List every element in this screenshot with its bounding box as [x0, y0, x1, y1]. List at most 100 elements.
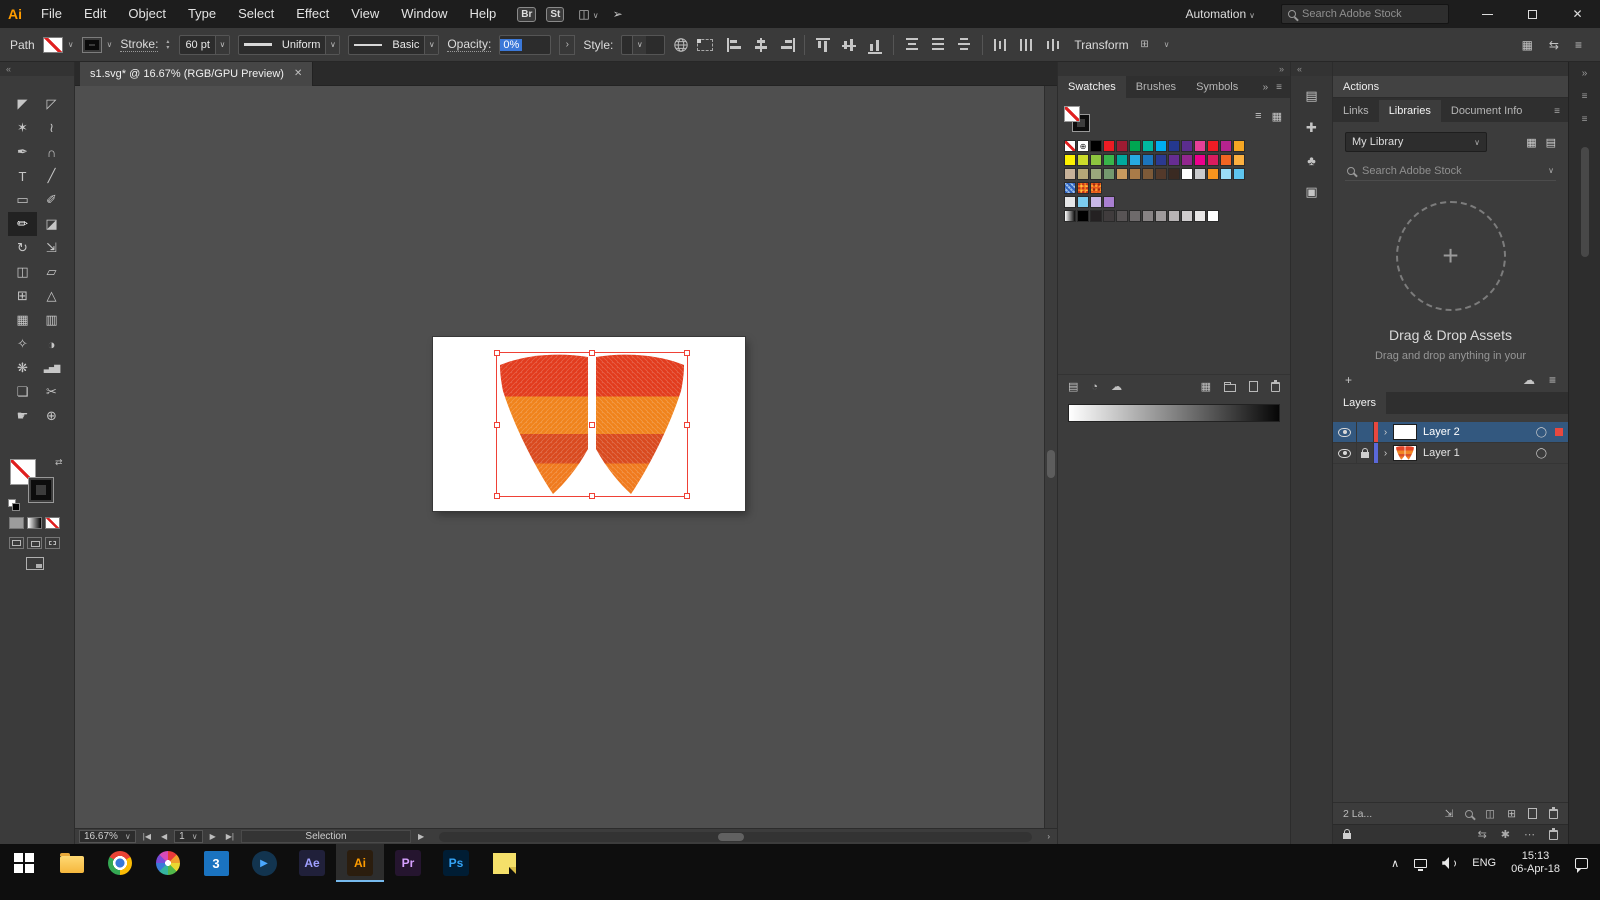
draw-normal-button[interactable] — [9, 537, 24, 549]
lock-toggle[interactable] — [1357, 443, 1374, 463]
scrollbar-thumb[interactable] — [1047, 450, 1055, 478]
scroll-right-icon[interactable]: › — [1044, 832, 1053, 841]
tab-swatches[interactable]: Swatches — [1058, 76, 1126, 98]
zoom-control[interactable]: 16.67% ∨ — [79, 830, 136, 843]
layer-name[interactable]: Layer 2 — [1423, 426, 1536, 438]
swatch[interactable] — [1103, 210, 1115, 222]
workspace-switcher[interactable]: Automation ∨ — [1185, 7, 1255, 21]
rectangle-tool[interactable]: ▭ — [8, 188, 37, 212]
tab-symbols[interactable]: Symbols — [1186, 76, 1248, 98]
swatch[interactable] — [1129, 154, 1141, 166]
dist-middle-icon[interactable] — [929, 36, 947, 54]
swatch[interactable] — [1168, 168, 1180, 180]
appearance-panel-icon[interactable]: ▣ — [1299, 180, 1325, 204]
magic-wand-tool[interactable]: ✶ — [8, 116, 37, 140]
list-view-icon[interactable]: ≡ — [1255, 110, 1261, 123]
swatch[interactable] — [1142, 154, 1154, 166]
more-tabs-icon[interactable]: » — [1263, 82, 1269, 93]
document-setup-icon[interactable] — [673, 36, 689, 54]
actions-menu-icon[interactable]: ≡ — [1582, 91, 1588, 102]
panel-menu-icon[interactable]: ≡ — [1276, 82, 1282, 93]
swatch[interactable] — [1220, 154, 1232, 166]
trash-icon[interactable] — [1549, 827, 1558, 840]
pathfinder-panel-icon[interactable]: ♣ — [1299, 148, 1325, 172]
bridge-button[interactable]: Br — [517, 6, 537, 22]
tab-libraries[interactable]: Libraries — [1378, 100, 1441, 122]
make-mask-icon[interactable]: ◫ — [1485, 808, 1495, 820]
swap-fill-stroke-icon[interactable]: ⇄ — [55, 457, 63, 468]
screen-mode-button[interactable] — [26, 557, 44, 570]
swatch[interactable] — [1064, 196, 1076, 208]
swatch[interactable] — [1116, 168, 1128, 180]
swatch[interactable]: ⊕ — [1077, 140, 1089, 152]
swatch[interactable] — [1077, 182, 1089, 194]
mesh-tool[interactable]: ▦ — [8, 308, 37, 332]
scrollbar-thumb[interactable] — [717, 832, 744, 841]
swatch[interactable] — [1129, 140, 1141, 152]
arrange-docs-icon[interactable]: ▦ — [1522, 38, 1533, 52]
collect-export-icon[interactable]: ⇲ — [1444, 808, 1453, 820]
selection-handle[interactable] — [684, 421, 690, 428]
layer-thumbnail[interactable] — [1393, 424, 1417, 440]
swatch[interactable] — [1090, 196, 1102, 208]
swatch[interactable] — [1194, 210, 1206, 222]
type-tool[interactable]: T — [8, 164, 37, 188]
swatch[interactable] — [1077, 168, 1089, 180]
swatch[interactable] — [1233, 140, 1245, 152]
visibility-toggle[interactable] — [1333, 443, 1357, 463]
swatch-libraries-icon[interactable]: ▤ — [1068, 380, 1078, 393]
target-circle-icon[interactable]: ◯ — [1536, 448, 1547, 459]
chevron-down-icon[interactable]: ∨ — [632, 35, 647, 54]
dist-center-icon[interactable] — [1018, 36, 1036, 54]
chevron-down-icon[interactable]: ∨ — [325, 35, 340, 54]
draw-behind-button[interactable] — [27, 537, 42, 549]
swatch[interactable] — [1090, 182, 1102, 194]
sync-cloud-icon[interactable]: ☁ — [1111, 380, 1122, 393]
swatch[interactable] — [1155, 210, 1167, 222]
transform-label[interactable]: Transform — [1074, 38, 1128, 52]
artboard[interactable] — [433, 337, 745, 511]
align-left-icon[interactable] — [725, 36, 743, 54]
delete-swatch-icon[interactable] — [1271, 379, 1280, 392]
layer-row[interactable]: › Layer 1 ◯ — [1333, 443, 1568, 464]
selection-handle[interactable] — [684, 493, 690, 499]
swatch[interactable] — [1077, 154, 1089, 166]
start-button[interactable] — [0, 844, 48, 882]
swatch[interactable] — [1194, 140, 1206, 152]
prev-artboard-button[interactable]: ◀ — [158, 832, 170, 841]
swatch[interactable] — [1064, 140, 1076, 152]
expand-layer-icon[interactable]: › — [1378, 427, 1393, 438]
more-options-icon[interactable]: ⋯ — [1524, 828, 1535, 841]
selection-tool[interactable]: ◤ — [8, 92, 37, 116]
new-layer-icon[interactable] — [1528, 808, 1537, 819]
style-dropdown[interactable]: ∨ — [621, 34, 666, 55]
selection-handle[interactable] — [589, 421, 595, 428]
restore-button[interactable] — [1510, 0, 1555, 28]
selection-handle[interactable] — [589, 350, 595, 356]
panel-flyout-icon[interactable]: ≡ — [1582, 114, 1588, 125]
fill-control[interactable]: ∨ — [42, 36, 74, 53]
swatch[interactable] — [1168, 154, 1180, 166]
stroke-stepper[interactable]: ▴ ▾ — [166, 39, 169, 51]
illustrator[interactable]: Ai — [336, 844, 384, 882]
valign-top-icon[interactable] — [814, 36, 832, 54]
actions-panel-header[interactable]: Actions — [1333, 76, 1568, 98]
color-themes-icon[interactable]: ◔ — [1091, 381, 1098, 393]
dist-bottom-icon[interactable] — [955, 36, 973, 54]
swatch[interactable] — [1233, 168, 1245, 180]
workspace-layout-icon[interactable]: ◫ ∨ — [578, 7, 598, 21]
stroke-color-control[interactable]: ∨ — [81, 36, 112, 53]
share-icon[interactable]: ➢ — [613, 7, 623, 21]
swatch[interactable] — [1207, 140, 1219, 152]
align-right-icon[interactable] — [777, 36, 796, 54]
last-artboard-button[interactable]: ▶| — [223, 832, 237, 841]
hand-tool[interactable]: ☛ — [8, 404, 37, 428]
collapse-dock-icon[interactable]: » — [1279, 64, 1284, 74]
document-tab[interactable]: s1.svg* @ 16.67% (RGB/GPU Preview) ✕ — [80, 61, 314, 86]
swatch[interactable] — [1116, 210, 1128, 222]
add-asset-icon[interactable]: + — [1345, 373, 1352, 387]
close-button[interactable]: ✕ — [1555, 0, 1600, 28]
library-menu-icon[interactable]: ≡ — [1549, 373, 1556, 387]
column-graph-tool[interactable]: ▃▅▇ — [37, 356, 66, 380]
draw-inside-button[interactable] — [45, 537, 60, 549]
